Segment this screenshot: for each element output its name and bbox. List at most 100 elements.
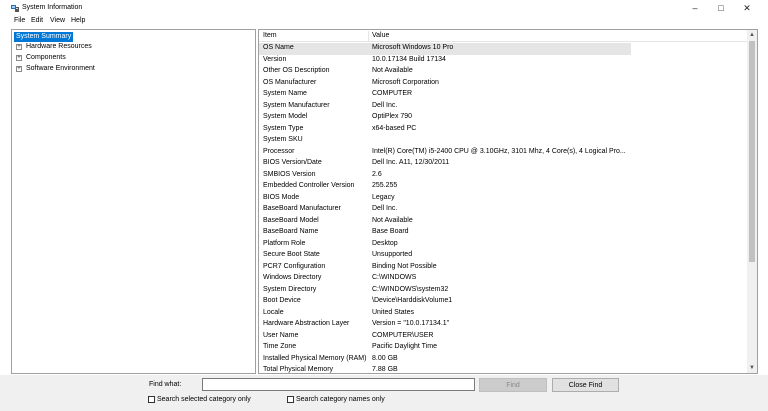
- scroll-down-icon[interactable]: ▼: [747, 363, 757, 373]
- menu-view[interactable]: View: [50, 17, 65, 24]
- table-row[interactable]: OS Manufacturer Microsoft Corporation: [259, 78, 631, 90]
- tree-item-label: Components: [26, 54, 66, 61]
- row-item: System Name: [263, 90, 307, 97]
- table-row[interactable]: Platform Role Desktop: [259, 239, 631, 251]
- table-row[interactable]: BIOS Version/Date Dell Inc. A11, 12/30/20…: [259, 158, 631, 170]
- tree-item-software-environment[interactable]: + Software Environment: [16, 64, 95, 74]
- menu-file[interactable]: File: [14, 17, 25, 24]
- system-information-icon: [11, 5, 19, 12]
- tree-item-label: Hardware Resources: [26, 43, 92, 50]
- row-item: Time Zone: [263, 343, 297, 350]
- table-row[interactable]: Other OS Description Not Available: [259, 66, 631, 78]
- table-row[interactable]: Boot Device \Device\HarddiskVolume1: [259, 296, 631, 308]
- table-row[interactable]: System SKU: [259, 135, 631, 147]
- row-item: System Manufacturer: [263, 101, 330, 109]
- row-item: Embedded Controller Version: [263, 182, 355, 189]
- table-row[interactable]: Windows Directory C:\WINDOWS: [259, 273, 631, 285]
- table-row[interactable]: BaseBoard Model Not Available: [259, 216, 631, 228]
- find-button[interactable]: Find: [479, 378, 547, 392]
- row-value: Unsupported: [372, 251, 413, 258]
- row-item: SMBIOS Version: [263, 170, 316, 178]
- close-find-button[interactable]: Close Find: [552, 378, 619, 392]
- table-row[interactable]: System Type x64-based PC: [259, 124, 631, 136]
- row-item: BaseBoard Model: [263, 216, 319, 224]
- table-row[interactable]: OS Name Microsoft Windows 10 Pro: [259, 43, 631, 55]
- table-row[interactable]: Version 10.0.17134 Build 17134: [259, 55, 631, 67]
- row-item: Hardware Abstraction Layer: [263, 320, 350, 327]
- row-value: Dell Inc.: [372, 101, 398, 109]
- expand-icon[interactable]: +: [16, 66, 22, 72]
- row-value: \Device\HarddiskVolume1: [372, 297, 453, 304]
- table-row[interactable]: Installed Physical Memory (RAM) 8.00 GB: [259, 354, 631, 366]
- expand-icon[interactable]: +: [16, 44, 22, 50]
- table-row[interactable]: BIOS Mode Legacy: [259, 193, 631, 205]
- table-row[interactable]: Hardware Abstraction Layer Version = "10.…: [259, 319, 631, 331]
- row-item: System Type: [263, 124, 304, 132]
- tree-item-system-summary[interactable]: System Summary: [14, 32, 74, 42]
- category-tree[interactable]: System Summary + Hardware Resources + Co…: [11, 29, 256, 374]
- row-value: C:\WINDOWS: [372, 274, 417, 281]
- search-selected-category-checkbox[interactable]: Search selected category only: [148, 396, 251, 403]
- scroll-up-icon[interactable]: ▲: [747, 30, 757, 40]
- row-item: Boot Device: [263, 297, 301, 304]
- row-value: Desktop: [372, 239, 398, 247]
- table-row[interactable]: BaseBoard Manufacturer Dell Inc.: [259, 204, 631, 216]
- table-row[interactable]: System Manufacturer Dell Inc.: [259, 101, 631, 113]
- minimize-button[interactable]: –: [683, 0, 707, 16]
- details-list[interactable]: Item Value OS Name Microsoft Windows 10 P…: [258, 29, 758, 374]
- scroll-thumb[interactable]: [749, 41, 755, 262]
- vertical-scrollbar[interactable]: ▲ ▼: [747, 30, 757, 373]
- column-divider[interactable]: [368, 31, 369, 41]
- table-row[interactable]: SMBIOS Version 2.6: [259, 170, 631, 182]
- row-value: 10.0.17134 Build 17134: [372, 55, 446, 63]
- table-row[interactable]: User Name COMPUTER\USER: [259, 331, 631, 343]
- row-value: Version = "10.0.17134.1": [372, 320, 450, 327]
- row-item: Locale: [263, 308, 284, 316]
- row-value: 255.255: [372, 182, 398, 189]
- checkbox-box[interactable]: [287, 396, 294, 403]
- row-value: Legacy: [372, 193, 395, 201]
- find-label: Find what:: [149, 381, 182, 388]
- row-value: C:\WINDOWS\system32: [372, 285, 449, 293]
- table-row[interactable]: Secure Boot State Unsupported: [259, 250, 631, 262]
- checkbox-box[interactable]: [148, 396, 155, 403]
- row-value: Microsoft Corporation: [372, 78, 439, 86]
- row-item: Other OS Description: [263, 67, 330, 74]
- table-row[interactable]: Total Physical Memory 7.88 GB: [259, 365, 631, 373]
- tree-item-components[interactable]: + Components: [16, 53, 66, 63]
- row-item: Total Physical Memory: [263, 366, 334, 373]
- column-header-item[interactable]: Item: [263, 32, 277, 39]
- table-row[interactable]: Processor Intel(R) Core(TM) i5-2400 CPU @…: [259, 147, 631, 159]
- menu-help[interactable]: Help: [71, 17, 85, 24]
- row-value: x64-based PC: [372, 124, 417, 132]
- row-value: Dell Inc.: [372, 205, 398, 212]
- maximize-button[interactable]: □: [709, 0, 733, 16]
- menu-edit[interactable]: Edit: [31, 17, 43, 24]
- row-item: BaseBoard Name: [263, 228, 319, 235]
- table-row[interactable]: System Directory C:\WINDOWS\system32: [259, 285, 631, 297]
- row-value: 2.6: [372, 170, 382, 178]
- search-category-names-checkbox[interactable]: Search category names only: [287, 396, 385, 403]
- row-item: System SKU: [263, 136, 303, 143]
- row-value: Binding Not Possible: [372, 262, 437, 270]
- table-row[interactable]: BaseBoard Name Base Board: [259, 227, 631, 239]
- column-header-value[interactable]: Value: [372, 32, 389, 39]
- row-value: Not Available: [372, 67, 413, 74]
- row-value: Intel(R) Core(TM) i5-2400 CPU @ 3.10GHz,…: [372, 147, 626, 155]
- row-value: COMPUTER: [372, 90, 413, 97]
- close-button[interactable]: ✕: [735, 0, 759, 16]
- table-row[interactable]: PCR7 Configuration Binding Not Possible: [259, 262, 631, 274]
- table-row[interactable]: Embedded Controller Version 255.255: [259, 181, 631, 193]
- find-input[interactable]: [202, 378, 475, 391]
- row-item: Secure Boot State: [263, 251, 320, 258]
- table-row[interactable]: System Name COMPUTER: [259, 89, 631, 101]
- expand-icon[interactable]: +: [16, 55, 22, 61]
- table-row[interactable]: Locale United States: [259, 308, 631, 320]
- tree-item-hardware-resources[interactable]: + Hardware Resources: [16, 42, 92, 52]
- list-rows: OS Name Microsoft Windows 10 Pro Version 10…: [259, 43, 631, 373]
- row-item: System Model: [263, 113, 308, 120]
- table-row[interactable]: Time Zone Pacific Daylight Time: [259, 342, 631, 354]
- table-row[interactable]: System Model OptiPlex 790: [259, 112, 631, 124]
- row-item: User Name: [263, 331, 299, 339]
- row-value: Pacific Daylight Time: [372, 343, 437, 350]
